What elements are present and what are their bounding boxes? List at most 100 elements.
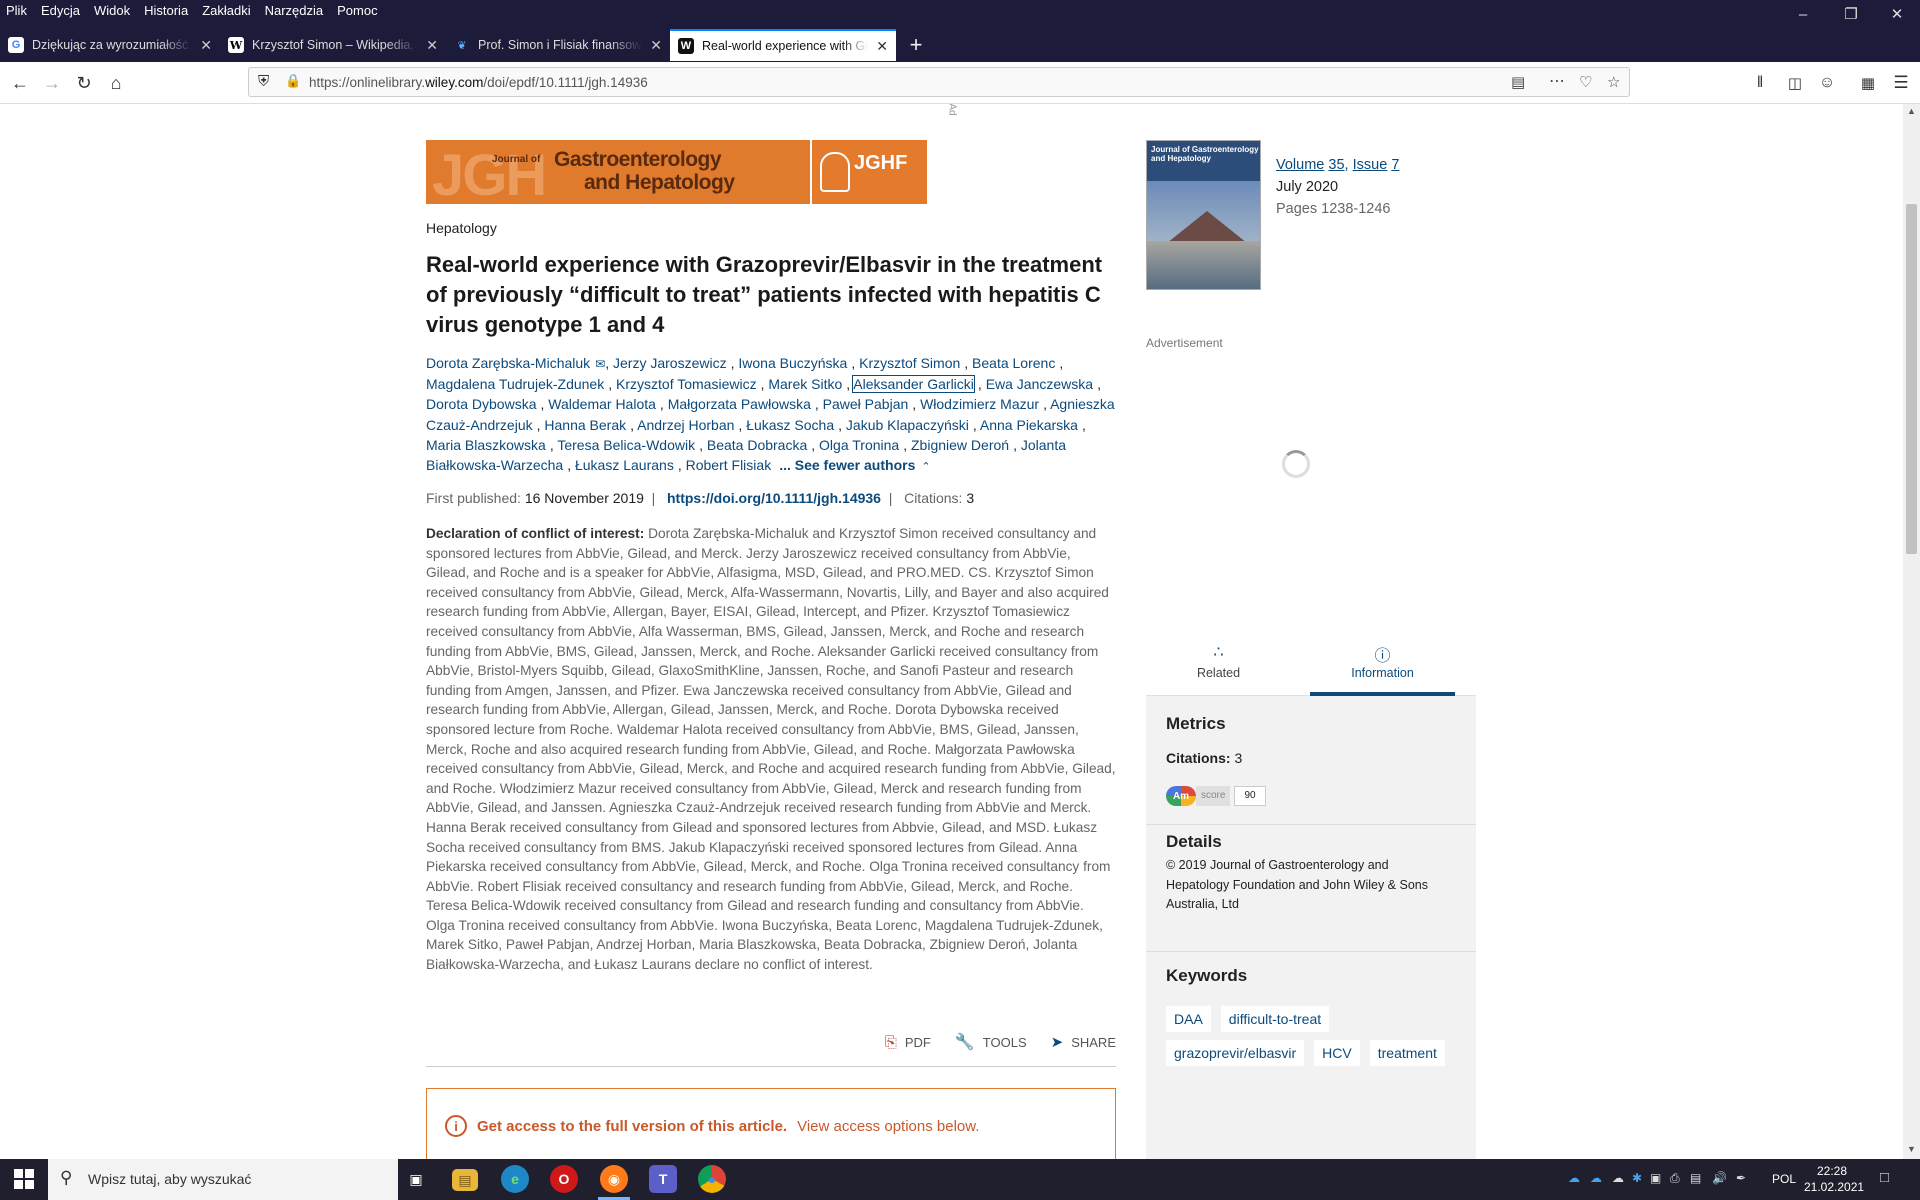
pocket-icon[interactable]: ♡ (1579, 73, 1592, 91)
teams-icon[interactable]: T (649, 1165, 677, 1193)
edge-icon[interactable]: e (501, 1165, 529, 1193)
access-options-link[interactable]: View access options below. (797, 1118, 979, 1135)
journal-banner[interactable]: JGH Journal of Gastroenterology and Hepa… (426, 140, 927, 204)
scrollbar-thumb[interactable] (1906, 204, 1917, 554)
home-icon[interactable]: ⌂ (101, 68, 131, 98)
email-icon[interactable]: ✉ (595, 357, 605, 371)
reload-icon[interactable]: ↻ (69, 68, 99, 98)
bluetooth-icon[interactable]: ✱ (1632, 1171, 1642, 1185)
extensions-icon[interactable]: ▦ (1853, 68, 1883, 98)
author-link[interactable]: Marek Sitko (768, 376, 842, 392)
tray-app-icon[interactable]: ▣ (1650, 1171, 1661, 1185)
menu-history[interactable]: Historia (137, 0, 195, 22)
author-link[interactable]: Dorota Zarębska-Michaluk (426, 355, 590, 371)
lock-icon[interactable]: 🔒 (285, 73, 301, 89)
chevron-up-icon[interactable]: ⌃ (921, 461, 930, 473)
scrollbar[interactable]: ▲ ▼ (1903, 104, 1920, 1159)
author-link[interactable]: Łukasz Socha (746, 417, 834, 433)
author-link[interactable]: Hanna Berak (544, 417, 626, 433)
author-link[interactable]: Iwona Buczyńska (738, 355, 847, 371)
volume-link[interactable]: Volume (1276, 157, 1324, 173)
close-tab-icon[interactable]: ✕ (426, 37, 438, 54)
shield-icon[interactable]: ⛨ (258, 73, 269, 90)
hamburger-menu-icon[interactable]: ☰ (1886, 68, 1916, 98)
keyword-tag[interactable]: DAA (1166, 1006, 1211, 1032)
volume-icon[interactable]: 🔊 (1712, 1171, 1727, 1185)
tab-related[interactable]: ∴ Related (1146, 636, 1291, 696)
url-bar[interactable]: ⛨ 🔒 https://onlinelibrary.wiley.com/doi/… (248, 67, 1630, 97)
author-link[interactable]: Zbigniew Deroń (911, 437, 1009, 453)
windows-start-icon[interactable] (14, 1169, 34, 1189)
tab-information[interactable]: ⓘ Information (1310, 636, 1455, 696)
pen-icon[interactable]: ✒ (1736, 1171, 1746, 1185)
pdf-button[interactable]: ⎘ PDF (885, 1032, 931, 1052)
clock[interactable]: 22:28 21.02.2021 (1804, 1163, 1864, 1195)
author-link[interactable]: Robert Flisiak (686, 457, 772, 473)
author-link[interactable]: Beata Lorenc (972, 355, 1055, 371)
menu-file[interactable]: Plik (0, 0, 34, 22)
account-icon[interactable]: ☺ (1812, 68, 1842, 98)
author-link[interactable]: Anna Piekarska (980, 417, 1078, 433)
author-link[interactable]: Krzysztof Tomasiewicz (616, 376, 757, 392)
file-explorer-icon[interactable]: ▤ (452, 1169, 478, 1191)
author-link[interactable]: Jerzy Jaroszewicz (613, 355, 727, 371)
share-button[interactable]: ➤ SHARE (1051, 1032, 1116, 1052)
printer-icon[interactable]: ⎙ (1670, 1171, 1680, 1186)
tab-google[interactable]: G Dziękując za wyrozumiałość, życz ✕ (0, 29, 220, 61)
keyword-tag[interactable]: HCV (1314, 1040, 1360, 1066)
issue-number[interactable]: 7 (1391, 157, 1399, 173)
author-link[interactable]: Andrzej Horban (637, 417, 734, 433)
author-link[interactable]: Magdalena Tudrujek-Zdunek (426, 376, 604, 392)
new-tab-icon[interactable]: + (896, 29, 936, 61)
menu-edit[interactable]: Edycja (34, 0, 87, 22)
network-icon[interactable]: ▤ (1690, 1171, 1701, 1185)
scroll-down-icon[interactable]: ▼ (1907, 1144, 1916, 1154)
forward-icon[interactable]: → (37, 68, 67, 98)
keyword-tag[interactable]: difficult-to-treat (1220, 1006, 1330, 1032)
search-input[interactable]: Wpisz tutaj, aby wyszukać (88, 1171, 251, 1187)
author-link[interactable]: Włodzimierz Mazur (920, 396, 1039, 412)
language-indicator[interactable]: POL (1772, 1172, 1796, 1186)
close-tab-icon[interactable]: ✕ (200, 37, 212, 54)
author-link[interactable]: Jakub Klapaczyński (846, 417, 969, 433)
volume-number[interactable]: 35 (1328, 157, 1344, 173)
restore-icon[interactable]: ❐ (1828, 0, 1874, 28)
opera-icon[interactable]: O (550, 1165, 578, 1193)
author-link[interactable]: Beata Dobracka (707, 437, 807, 453)
menu-view[interactable]: Widok (87, 0, 137, 22)
issue-link[interactable]: Issue (1353, 157, 1388, 173)
taskbar-search[interactable]: ⚲ Wpisz tutaj, aby wyszukać (48, 1159, 398, 1200)
reader-view-icon[interactable]: ▤ (1511, 73, 1525, 91)
tab-active-article[interactable]: W Real-world experience with Graz ✕ (670, 29, 896, 61)
author-link[interactable]: Małgorzata Pawłowska (668, 396, 811, 412)
menu-help[interactable]: Pomoc (330, 0, 384, 22)
author-link[interactable]: Krzysztof Simon (859, 355, 960, 371)
keyword-tag[interactable]: treatment (1369, 1040, 1445, 1066)
doi-link[interactable]: https://doi.org/10.1111/jgh.14936 (667, 490, 881, 506)
chrome-icon[interactable]: ● (698, 1165, 726, 1193)
keyword-tag[interactable]: grazoprevir/elbasvir (1166, 1040, 1305, 1066)
altmetric-badge[interactable]: Am score 90 (1166, 786, 1276, 806)
network-drive-icon[interactable]: ☁ (1612, 1171, 1624, 1185)
bookmark-star-icon[interactable]: ☆ (1607, 73, 1620, 91)
onedrive-icon[interactable]: ☁ (1568, 1171, 1580, 1185)
close-tab-icon[interactable]: ✕ (650, 37, 662, 54)
author-link[interactable]: Teresa Belica-Wdowik (557, 437, 695, 453)
close-tab-icon[interactable]: ✕ (876, 38, 888, 55)
library-icon[interactable]: ‖ (1745, 68, 1775, 98)
see-fewer-authors-link[interactable]: ... See fewer authors (779, 457, 915, 473)
back-icon[interactable]: ← (5, 68, 35, 98)
menu-bookmarks[interactable]: Zakładki (195, 0, 257, 22)
author-link[interactable]: Łukasz Laurans (575, 457, 674, 473)
notifications-icon[interactable]: □ (1880, 1169, 1889, 1186)
scroll-up-icon[interactable]: ▲ (1907, 106, 1916, 116)
author-link[interactable]: Olga Tronina (819, 437, 899, 453)
url-text[interactable]: https://onlinelibrary.wiley.com/doi/epdf… (309, 75, 648, 90)
close-window-icon[interactable]: ✕ (1874, 0, 1920, 28)
onedrive-business-icon[interactable]: ☁ (1590, 1171, 1602, 1185)
author-link[interactable]: Paweł Pabjan (823, 396, 909, 412)
author-link[interactable]: Waldemar Halota (548, 396, 656, 412)
firefox-icon[interactable]: ◉ (600, 1165, 628, 1193)
author-link[interactable]: Ewa Janczewska (986, 376, 1093, 392)
task-view-icon[interactable]: ▣ (402, 1165, 430, 1193)
